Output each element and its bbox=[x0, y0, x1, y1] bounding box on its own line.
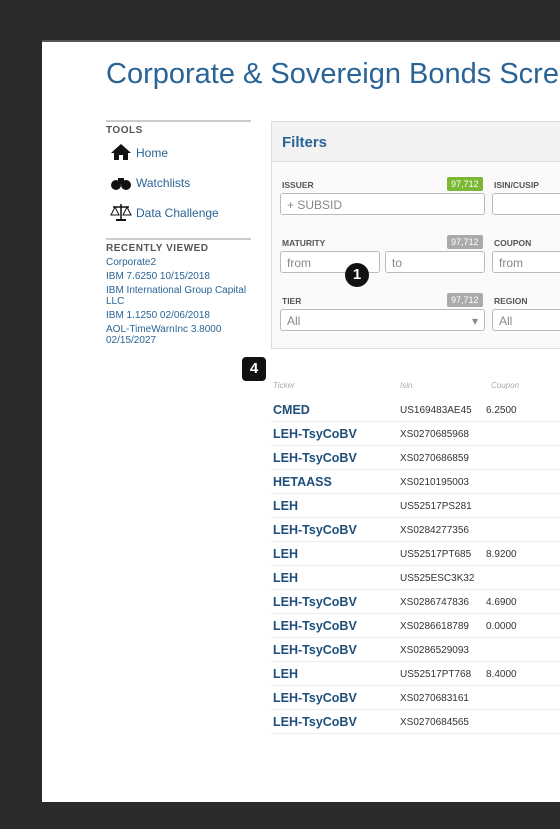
coupon-from-input[interactable]: from bbox=[492, 251, 560, 273]
isin-cell: US169483AE45 bbox=[400, 405, 472, 416]
ticker-cell[interactable]: LEH-TsyCoBV bbox=[273, 427, 357, 441]
sidebar-item-data-challenge[interactable]: Data Challenge bbox=[106, 200, 251, 226]
tier-select[interactable]: All bbox=[280, 309, 485, 331]
sidebar-item-watchlists[interactable]: Watchlists bbox=[106, 170, 251, 196]
ticker-cell[interactable]: LEH-TsyCoBV bbox=[273, 451, 357, 465]
ticker-cell[interactable]: LEH-TsyCoBV bbox=[273, 523, 357, 537]
coupon-cell: 8.9200 bbox=[486, 549, 517, 560]
coupon-label: COUPON bbox=[494, 238, 532, 248]
issuer-label: ISSUER bbox=[282, 180, 314, 190]
step-marker-1: 1 bbox=[345, 263, 369, 287]
table-row[interactable]: LEH-TsyCoBV XS0270686859 bbox=[271, 446, 560, 470]
sidebar-item-label: Home bbox=[136, 146, 169, 160]
column-header-isin[interactable]: Isin bbox=[400, 381, 412, 390]
isin-cell: XS0270685968 bbox=[400, 429, 469, 440]
column-header-ticker[interactable]: Ticker bbox=[273, 381, 295, 390]
coupon-cell: 8.4000 bbox=[486, 669, 517, 680]
table-row[interactable]: LEH-TsyCoBV XS0284277356 bbox=[271, 518, 560, 542]
table-row[interactable]: LEH US52517PT768 8.4000 bbox=[271, 662, 560, 686]
isin-cell: XS0286747836 bbox=[400, 597, 469, 608]
app-window: Corporate & Sovereign Bonds Scree TOOLS … bbox=[42, 42, 560, 802]
coupon-cell: 6.2500 bbox=[486, 405, 517, 416]
ticker-cell[interactable]: CMED bbox=[273, 403, 310, 417]
isin-cell: XS0286618789 bbox=[400, 621, 469, 632]
isin-cell: XS0286529093 bbox=[400, 645, 469, 656]
isin-cell: XS0270686859 bbox=[400, 453, 469, 464]
recent-item[interactable]: Corporate2 bbox=[106, 257, 251, 268]
ticker-cell[interactable]: LEH-TsyCoBV bbox=[273, 691, 357, 705]
sidebar-item-label: Watchlists bbox=[136, 176, 191, 190]
table-row[interactable]: LEH-TsyCoBV XS0270683161 bbox=[271, 686, 560, 710]
ticker-cell[interactable]: LEH-TsyCoBV bbox=[273, 619, 357, 633]
recent-item[interactable]: AOL-TimeWarnInc 3.8000 02/15/2027 bbox=[106, 324, 251, 346]
filters-panel: Filters ISSUER 97,712 + SUBSID ISIN/CUSI… bbox=[271, 121, 560, 349]
maturity-label: MATURITY bbox=[282, 238, 326, 248]
table-row[interactable]: LEH-TsyCoBV XS0286529093 bbox=[271, 638, 560, 662]
region-select[interactable]: All bbox=[492, 309, 560, 331]
sidebar-item-home[interactable]: Home bbox=[106, 140, 251, 166]
tier-count-badge: 97,712 bbox=[447, 293, 483, 307]
maturity-to-input[interactable]: to bbox=[385, 251, 485, 273]
isin-cell: XS0270684565 bbox=[400, 717, 469, 728]
sidebar-item-label: Data Challenge bbox=[136, 206, 219, 220]
isin-cell: XS0210195003 bbox=[400, 477, 469, 488]
page-title: Corporate & Sovereign Bonds Scree bbox=[106, 58, 560, 90]
table-row[interactable]: LEH US52517PS281 bbox=[271, 494, 560, 518]
home-icon bbox=[110, 142, 132, 165]
table-row[interactable]: LEH-TsyCoBV XS0286747836 4.6900 bbox=[271, 590, 560, 614]
sidebar: TOOLS Home Watchlists Data Challenge REC… bbox=[106, 120, 251, 346]
recent-item[interactable]: IBM 7.6250 10/15/2018 bbox=[106, 271, 251, 282]
isin-cell: XS0284277356 bbox=[400, 525, 469, 536]
filters-heading: Filters bbox=[272, 122, 560, 162]
column-header-coupon[interactable]: Coupon bbox=[491, 381, 519, 390]
step-marker-4: 4 bbox=[242, 357, 266, 381]
recently-viewed-heading: RECENTLY VIEWED bbox=[106, 238, 251, 254]
recent-item[interactable]: IBM 1.1250 02/06/2018 bbox=[106, 310, 251, 321]
region-label: REGION bbox=[494, 296, 528, 306]
isin-cell: US52517PS281 bbox=[400, 501, 472, 512]
tools-heading: TOOLS bbox=[106, 120, 251, 136]
ticker-cell[interactable]: HETAASS bbox=[273, 475, 332, 489]
isin-cell: US52517PT768 bbox=[400, 669, 472, 680]
issuer-count-badge: 97,712 bbox=[447, 177, 483, 191]
isin-cusip-label: ISIN/CUSIP bbox=[494, 180, 539, 190]
ticker-cell[interactable]: LEH-TsyCoBV bbox=[273, 643, 357, 657]
recent-item[interactable]: IBM International Group Capital LLC bbox=[106, 285, 251, 307]
bonds-table: CMED US169483AE45 6.2500 LEH-TsyCoBV XS02706… bbox=[271, 398, 560, 734]
scales-icon bbox=[110, 202, 132, 225]
binoculars-icon bbox=[110, 172, 132, 195]
ticker-cell[interactable]: LEH bbox=[273, 571, 298, 585]
issuer-input[interactable]: + SUBSID bbox=[280, 193, 485, 215]
table-row[interactable]: LEH-TsyCoBV XS0270685968 bbox=[271, 422, 560, 446]
isin-cusip-input[interactable] bbox=[492, 193, 560, 215]
table-row[interactable]: LEH US525ESC3K32 bbox=[271, 566, 560, 590]
ticker-cell[interactable]: LEH-TsyCoBV bbox=[273, 595, 357, 609]
ticker-cell[interactable]: LEH bbox=[273, 547, 298, 561]
coupon-cell: 4.6900 bbox=[486, 597, 517, 608]
maturity-count-badge: 97,712 bbox=[447, 235, 483, 249]
table-row[interactable]: CMED US169483AE45 6.2500 bbox=[271, 398, 560, 422]
isin-cell: US525ESC3K32 bbox=[400, 573, 475, 584]
ticker-cell[interactable]: LEH-TsyCoBV bbox=[273, 715, 357, 729]
ticker-cell[interactable]: LEH bbox=[273, 667, 298, 681]
tier-label: TIER bbox=[282, 296, 302, 306]
ticker-cell[interactable]: LEH bbox=[273, 499, 298, 513]
table-row[interactable]: HETAASS XS0210195003 bbox=[271, 470, 560, 494]
table-row[interactable]: LEH-TsyCoBV XS0270684565 bbox=[271, 710, 560, 734]
coupon-cell: 0.0000 bbox=[486, 621, 517, 632]
table-row[interactable]: LEH-TsyCoBV XS0286618789 0.0000 bbox=[271, 614, 560, 638]
table-row[interactable]: LEH US52517PT685 8.9200 bbox=[271, 542, 560, 566]
isin-cell: XS0270683161 bbox=[400, 693, 469, 704]
isin-cell: US52517PT685 bbox=[400, 549, 472, 560]
